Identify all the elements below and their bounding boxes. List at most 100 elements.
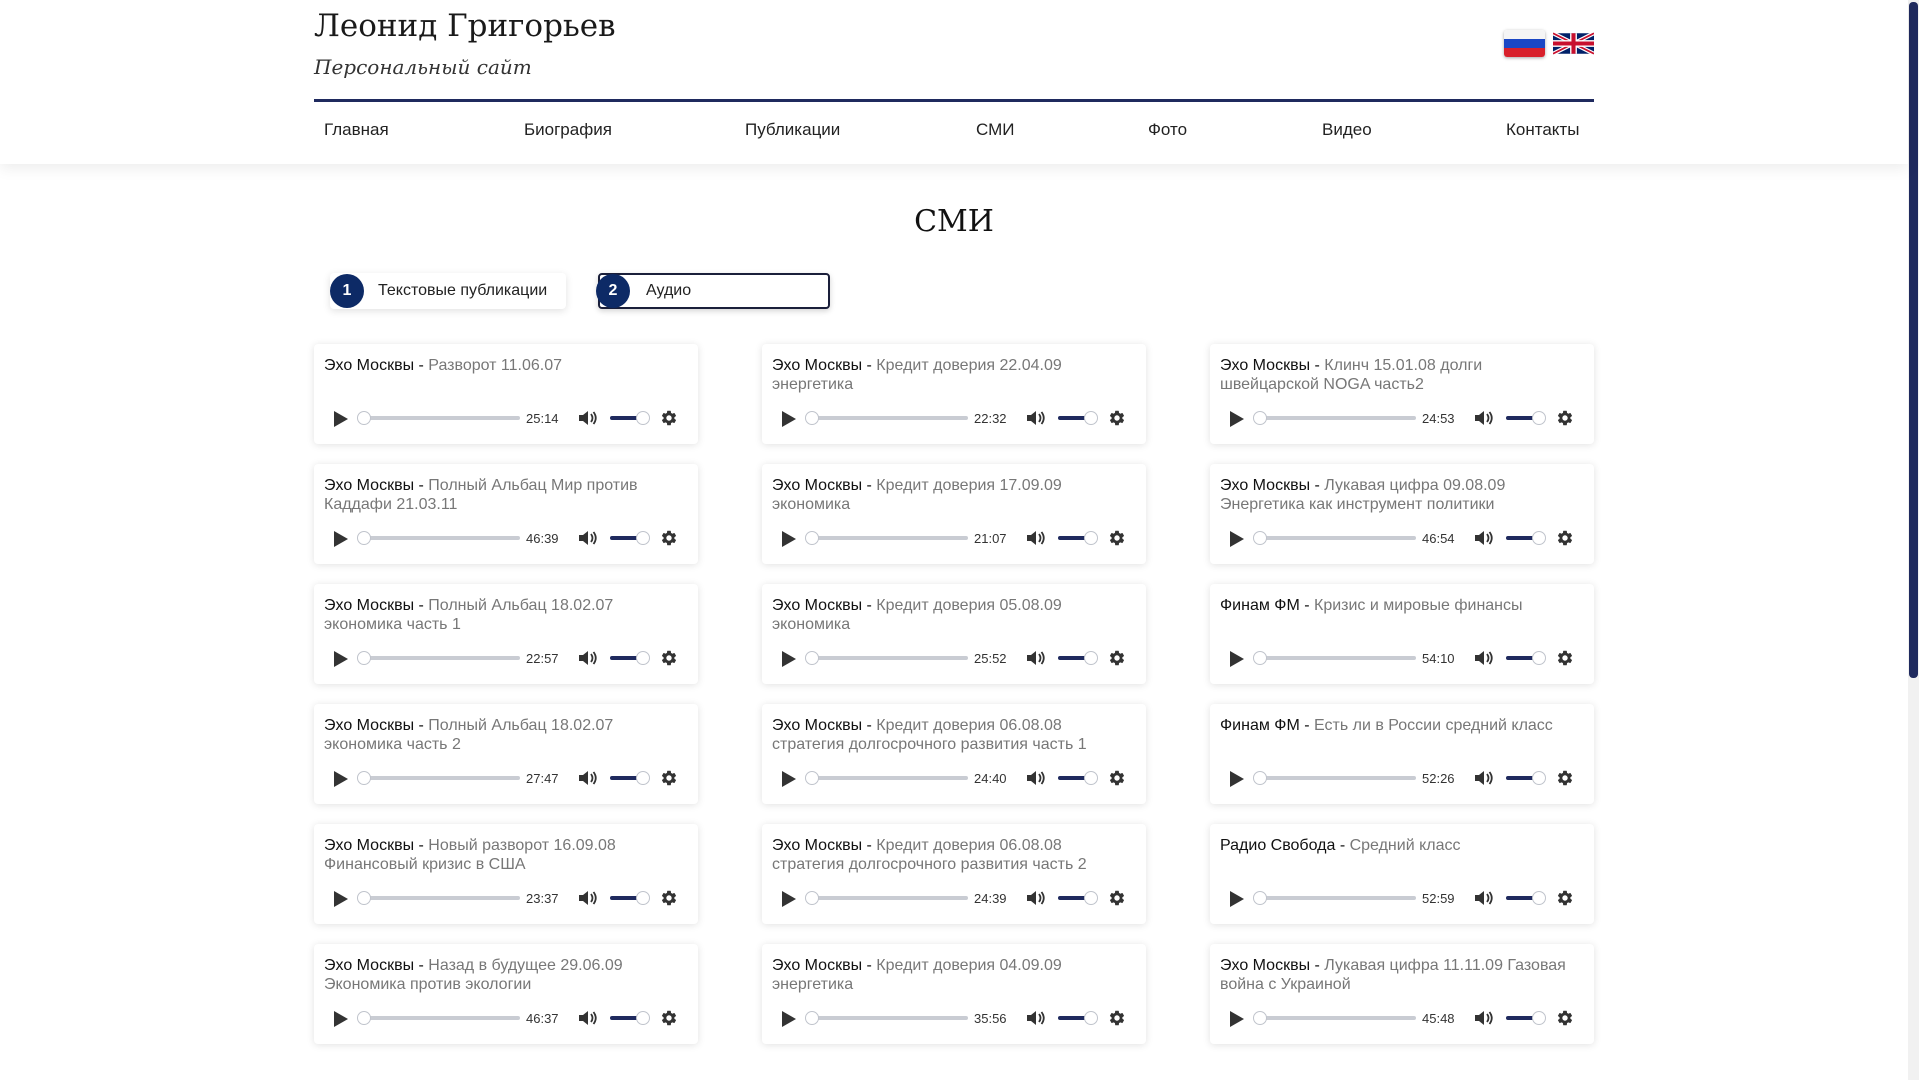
volume-knob[interactable] xyxy=(1532,771,1546,785)
volume-knob[interactable] xyxy=(1084,411,1098,425)
volume-slider[interactable] xyxy=(610,531,650,545)
gear-icon[interactable] xyxy=(1556,769,1574,787)
seek-knob[interactable] xyxy=(805,531,819,545)
gear-icon[interactable] xyxy=(660,889,678,907)
seek-knob[interactable] xyxy=(1253,651,1267,665)
volume-knob[interactable] xyxy=(636,771,650,785)
volume-slider[interactable] xyxy=(1058,651,1098,665)
seek-bar[interactable] xyxy=(1253,891,1416,905)
volume-knob[interactable] xyxy=(1084,891,1098,905)
volume-slider[interactable] xyxy=(610,651,650,665)
volume-icon[interactable] xyxy=(578,770,598,786)
volume-slider[interactable] xyxy=(1058,1011,1098,1025)
play-icon[interactable] xyxy=(1230,531,1244,547)
scrollbar-thumb[interactable] xyxy=(1909,2,1918,678)
seek-knob[interactable] xyxy=(357,771,371,785)
volume-slider[interactable] xyxy=(610,771,650,785)
gear-icon[interactable] xyxy=(1108,769,1126,787)
volume-icon[interactable] xyxy=(1474,770,1494,786)
volume-knob[interactable] xyxy=(1532,891,1546,905)
seek-bar[interactable] xyxy=(1253,1011,1416,1025)
seek-bar[interactable] xyxy=(357,411,520,425)
gear-icon[interactable] xyxy=(660,409,678,427)
volume-knob[interactable] xyxy=(1084,651,1098,665)
volume-icon[interactable] xyxy=(578,650,598,666)
seek-bar[interactable] xyxy=(1253,771,1416,785)
volume-slider[interactable] xyxy=(1058,891,1098,905)
seek-bar[interactable] xyxy=(1253,531,1416,545)
play-icon[interactable] xyxy=(1230,771,1244,787)
gear-icon[interactable] xyxy=(1556,1009,1574,1027)
volume-slider[interactable] xyxy=(610,1011,650,1025)
gear-icon[interactable] xyxy=(660,529,678,547)
volume-icon[interactable] xyxy=(1474,650,1494,666)
volume-knob[interactable] xyxy=(1084,1011,1098,1025)
seek-knob[interactable] xyxy=(805,651,819,665)
volume-icon[interactable] xyxy=(578,1010,598,1026)
gear-icon[interactable] xyxy=(1556,889,1574,907)
play-icon[interactable] xyxy=(782,1011,796,1027)
nav-item-photo[interactable]: Фото xyxy=(1148,120,1187,140)
tab-text-publications[interactable]: Текстовые публикации xyxy=(330,273,566,309)
volume-icon[interactable] xyxy=(1474,530,1494,546)
volume-slider[interactable] xyxy=(1506,771,1546,785)
nav-item-media[interactable]: СМИ xyxy=(976,120,1014,140)
seek-bar[interactable] xyxy=(357,531,520,545)
seek-knob[interactable] xyxy=(357,411,371,425)
volume-slider[interactable] xyxy=(1506,411,1546,425)
volume-knob[interactable] xyxy=(636,411,650,425)
gear-icon[interactable] xyxy=(1108,409,1126,427)
nav-item-video[interactable]: Видео xyxy=(1322,120,1372,140)
volume-icon[interactable] xyxy=(1026,410,1046,426)
seek-knob[interactable] xyxy=(1253,411,1267,425)
play-icon[interactable] xyxy=(1230,411,1244,427)
volume-knob[interactable] xyxy=(1532,531,1546,545)
play-icon[interactable] xyxy=(782,891,796,907)
play-icon[interactable] xyxy=(782,531,796,547)
volume-knob[interactable] xyxy=(1532,1011,1546,1025)
seek-bar[interactable] xyxy=(1253,651,1416,665)
seek-bar[interactable] xyxy=(357,771,520,785)
volume-knob[interactable] xyxy=(636,531,650,545)
volume-slider[interactable] xyxy=(1506,531,1546,545)
seek-bar[interactable] xyxy=(805,411,968,425)
play-icon[interactable] xyxy=(334,531,348,547)
volume-icon[interactable] xyxy=(1026,650,1046,666)
seek-knob[interactable] xyxy=(805,411,819,425)
seek-bar[interactable] xyxy=(805,651,968,665)
site-title[interactable]: Леонид Григорьев xyxy=(314,8,616,44)
play-icon[interactable] xyxy=(334,1011,348,1027)
seek-bar[interactable] xyxy=(805,531,968,545)
volume-slider[interactable] xyxy=(1506,651,1546,665)
play-icon[interactable] xyxy=(1230,1011,1244,1027)
volume-icon[interactable] xyxy=(578,410,598,426)
volume-icon[interactable] xyxy=(1474,890,1494,906)
seek-bar[interactable] xyxy=(805,1011,968,1025)
volume-icon[interactable] xyxy=(1474,410,1494,426)
gear-icon[interactable] xyxy=(1556,649,1574,667)
volume-slider[interactable] xyxy=(1058,771,1098,785)
volume-knob[interactable] xyxy=(636,651,650,665)
volume-knob[interactable] xyxy=(1532,411,1546,425)
seek-bar[interactable] xyxy=(1253,411,1416,425)
gear-icon[interactable] xyxy=(1108,1009,1126,1027)
volume-slider[interactable] xyxy=(610,411,650,425)
play-icon[interactable] xyxy=(1230,651,1244,667)
volume-icon[interactable] xyxy=(578,890,598,906)
uk-flag-icon[interactable] xyxy=(1553,30,1594,57)
volume-knob[interactable] xyxy=(636,891,650,905)
gear-icon[interactable] xyxy=(660,769,678,787)
page-scrollbar[interactable] xyxy=(1908,0,1919,1080)
nav-item-home[interactable]: Главная xyxy=(324,120,389,140)
seek-knob[interactable] xyxy=(805,1011,819,1025)
seek-knob[interactable] xyxy=(1253,531,1267,545)
gear-icon[interactable] xyxy=(660,649,678,667)
volume-knob[interactable] xyxy=(1084,771,1098,785)
seek-knob[interactable] xyxy=(357,1011,371,1025)
volume-icon[interactable] xyxy=(1026,530,1046,546)
nav-item-contacts[interactable]: Контакты xyxy=(1506,120,1579,140)
volume-icon[interactable] xyxy=(1474,1010,1494,1026)
volume-icon[interactable] xyxy=(578,530,598,546)
seek-knob[interactable] xyxy=(1253,771,1267,785)
volume-icon[interactable] xyxy=(1026,770,1046,786)
